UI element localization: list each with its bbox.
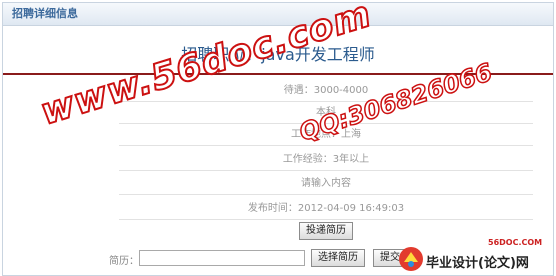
experience-row: 工作经验：3年以上 bbox=[119, 149, 533, 171]
resume-input[interactable] bbox=[139, 250, 305, 266]
logo-domain: 56DOC.COM bbox=[488, 238, 543, 247]
logo-text: 毕业设计(论文)网 bbox=[426, 256, 529, 271]
corner-logo: 56DOC.COM 毕业设计(论文)网 bbox=[396, 238, 556, 276]
choose-resume-button[interactable]: 选择简历 bbox=[311, 249, 365, 267]
resume-label: 简历： bbox=[109, 256, 139, 267]
logo-mark-icon bbox=[399, 247, 423, 271]
deliver-resume-button[interactable]: 投递简历 bbox=[299, 222, 353, 240]
publish-time-row: 发布时间：2012-04-09 16:49:03 bbox=[119, 198, 533, 220]
content-row: 请输入内容 bbox=[119, 173, 533, 195]
